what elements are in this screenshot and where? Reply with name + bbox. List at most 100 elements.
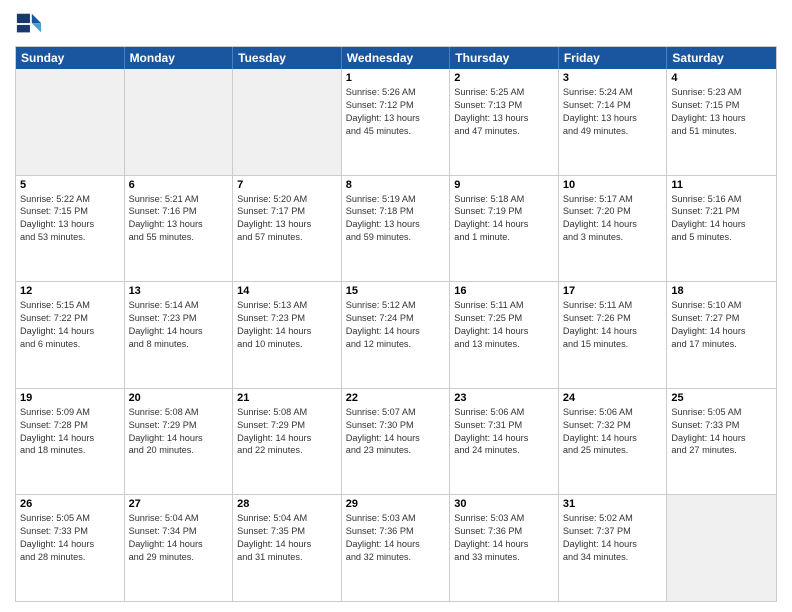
cell-line: Daylight: 14 hours [237,538,337,551]
cell-line: Daylight: 13 hours [346,218,446,231]
cell-line: and 25 minutes. [563,444,663,457]
day-number: 31 [563,498,663,510]
cell-line: and 31 minutes. [237,551,337,564]
calendar: SundayMondayTuesdayWednesdayThursdayFrid… [15,46,777,602]
calendar-body: 1Sunrise: 5:26 AMSunset: 7:12 PMDaylight… [16,69,776,601]
calendar-row-3: 19Sunrise: 5:09 AMSunset: 7:28 PMDayligh… [16,388,776,495]
cell-line: Daylight: 14 hours [129,432,229,445]
cell-line: Sunset: 7:15 PM [671,99,772,112]
cell-line: Sunrise: 5:24 AM [563,86,663,99]
cell-line: and 53 minutes. [20,231,120,244]
cell-line: Sunset: 7:30 PM [346,419,446,432]
day-number: 17 [563,285,663,297]
day-number: 26 [20,498,120,510]
cell-line: Sunset: 7:31 PM [454,419,554,432]
cell-line: Daylight: 14 hours [454,538,554,551]
day-cell-30: 30Sunrise: 5:03 AMSunset: 7:36 PMDayligh… [450,495,559,601]
calendar-row-4: 26Sunrise: 5:05 AMSunset: 7:33 PMDayligh… [16,494,776,601]
cell-line: and 57 minutes. [237,231,337,244]
cell-line: Sunrise: 5:23 AM [671,86,772,99]
cell-line: and 3 minutes. [563,231,663,244]
day-cell-25: 25Sunrise: 5:05 AMSunset: 7:33 PMDayligh… [667,389,776,495]
calendar-row-0: 1Sunrise: 5:26 AMSunset: 7:12 PMDaylight… [16,69,776,175]
cell-line: Daylight: 14 hours [129,538,229,551]
cell-line: and 20 minutes. [129,444,229,457]
cell-line: and 34 minutes. [563,551,663,564]
cell-line: Sunset: 7:17 PM [237,205,337,218]
day-number: 14 [237,285,337,297]
day-cell-31: 31Sunrise: 5:02 AMSunset: 7:37 PMDayligh… [559,495,668,601]
cell-line: and 17 minutes. [671,338,772,351]
cell-line: Daylight: 14 hours [563,325,663,338]
cell-line: Sunrise: 5:10 AM [671,299,772,312]
day-number: 25 [671,392,772,404]
day-cell-10: 10Sunrise: 5:17 AMSunset: 7:20 PMDayligh… [559,176,668,282]
day-number: 23 [454,392,554,404]
day-number: 20 [129,392,229,404]
cell-line: Sunrise: 5:08 AM [237,406,337,419]
cell-line: and 10 minutes. [237,338,337,351]
cell-line: Sunrise: 5:22 AM [20,193,120,206]
header-cell-wednesday: Wednesday [342,47,451,69]
cell-line: Daylight: 13 hours [129,218,229,231]
cell-line: Daylight: 14 hours [671,218,772,231]
header-cell-sunday: Sunday [16,47,125,69]
cell-line: Sunset: 7:20 PM [563,205,663,218]
cell-line: Sunset: 7:37 PM [563,525,663,538]
cell-line: Daylight: 14 hours [237,325,337,338]
cell-line: and 22 minutes. [237,444,337,457]
cell-line: and 6 minutes. [20,338,120,351]
day-number: 16 [454,285,554,297]
cell-line: Sunrise: 5:12 AM [346,299,446,312]
cell-line: Daylight: 14 hours [454,218,554,231]
cell-line: Sunrise: 5:02 AM [563,512,663,525]
cell-line: Sunset: 7:23 PM [129,312,229,325]
cell-line: Sunrise: 5:06 AM [454,406,554,419]
day-cell-1: 1Sunrise: 5:26 AMSunset: 7:12 PMDaylight… [342,69,451,175]
day-cell-27: 27Sunrise: 5:04 AMSunset: 7:34 PMDayligh… [125,495,234,601]
header [15,10,777,38]
cell-line: Sunset: 7:24 PM [346,312,446,325]
cell-line: Sunset: 7:21 PM [671,205,772,218]
cell-line: and 8 minutes. [129,338,229,351]
cell-line: Sunrise: 5:16 AM [671,193,772,206]
cell-line: and 13 minutes. [454,338,554,351]
day-cell-21: 21Sunrise: 5:08 AMSunset: 7:29 PMDayligh… [233,389,342,495]
cell-line: Sunrise: 5:07 AM [346,406,446,419]
header-cell-tuesday: Tuesday [233,47,342,69]
day-number: 19 [20,392,120,404]
day-number: 6 [129,179,229,191]
cell-line: Sunrise: 5:25 AM [454,86,554,99]
empty-cell-0-1 [125,69,234,175]
day-number: 5 [20,179,120,191]
cell-line: and 49 minutes. [563,125,663,138]
cell-line: Daylight: 14 hours [20,538,120,551]
cell-line: Sunset: 7:18 PM [346,205,446,218]
cell-line: and 24 minutes. [454,444,554,457]
day-cell-5: 5Sunrise: 5:22 AMSunset: 7:15 PMDaylight… [16,176,125,282]
day-number: 22 [346,392,446,404]
cell-line: and 28 minutes. [20,551,120,564]
cell-line: Sunset: 7:33 PM [671,419,772,432]
cell-line: and 27 minutes. [671,444,772,457]
cell-line: and 12 minutes. [346,338,446,351]
cell-line: Daylight: 14 hours [454,325,554,338]
cell-line: Sunset: 7:36 PM [454,525,554,538]
day-number: 9 [454,179,554,191]
cell-line: Sunrise: 5:20 AM [237,193,337,206]
cell-line: Sunrise: 5:18 AM [454,193,554,206]
day-cell-3: 3Sunrise: 5:24 AMSunset: 7:14 PMDaylight… [559,69,668,175]
day-cell-11: 11Sunrise: 5:16 AMSunset: 7:21 PMDayligh… [667,176,776,282]
cell-line: Sunset: 7:26 PM [563,312,663,325]
cell-line: Daylight: 14 hours [563,432,663,445]
cell-line: Sunrise: 5:05 AM [20,512,120,525]
cell-line: Sunset: 7:13 PM [454,99,554,112]
cell-line: Sunset: 7:33 PM [20,525,120,538]
cell-line: Sunrise: 5:19 AM [346,193,446,206]
day-number: 18 [671,285,772,297]
cell-line: Sunrise: 5:13 AM [237,299,337,312]
cell-line: Sunset: 7:23 PM [237,312,337,325]
day-cell-15: 15Sunrise: 5:12 AMSunset: 7:24 PMDayligh… [342,282,451,388]
cell-line: Daylight: 13 hours [237,218,337,231]
day-cell-29: 29Sunrise: 5:03 AMSunset: 7:36 PMDayligh… [342,495,451,601]
